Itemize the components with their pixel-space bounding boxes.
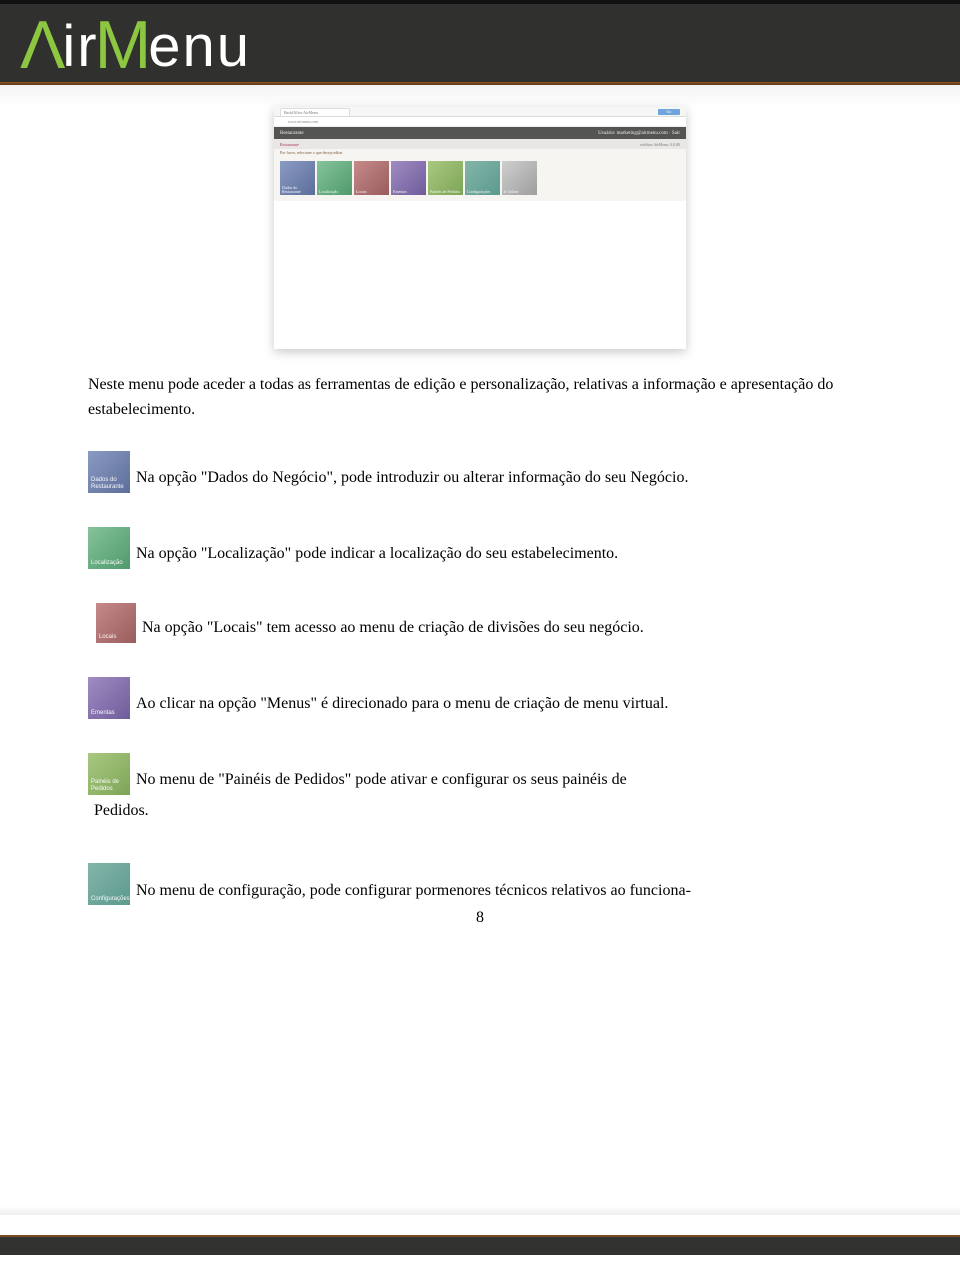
tile-label: Dados do Restaurante [282,186,314,194]
option-text: Na opção "Dados do Negócio", pode introd… [136,466,688,493]
tile-label: Ementas [393,190,425,194]
tile-online: Ir Online [502,161,537,195]
subbar-right: créditos AirMenu: 0.0,00 [640,142,680,147]
option-text: Na opção "Localização" pode indicar a lo… [136,542,618,569]
tile-label: Localização [319,190,351,194]
option-text: Na opção "Locais" tem acesso ao menu de … [142,616,644,643]
titlebar-user-label: Usuário: [598,131,615,136]
option-row-locais: Locais Na opção "Locais" tem acesso ao m… [88,603,872,643]
logo: Λ ir M enu [24,4,251,82]
tile-label: Painéis de Pedidos [91,779,128,793]
app-tiles-row: Dados do Restaurante Localização Locais … [274,157,686,201]
tile-dados-icon: Dados do Restaurante [88,451,130,493]
footer-fade [0,1207,960,1215]
tile-ementas-icon: Ementas [88,677,130,719]
browser-tab: BackOffice AirMenu [280,108,350,116]
titlebar-user-value: marketing@airmenu.com · Sair [617,131,680,136]
tile-label: Localização [91,560,128,567]
tile-label: Locais [356,190,388,194]
header-main: Λ ir M enu [0,4,960,82]
tile-locais-icon: Locais [96,603,136,643]
logo-accent: M [95,6,152,84]
browser-go: Go [658,109,680,115]
tile-paineis-icon: Painéis de Pedidos [88,753,130,795]
tile-dados: Dados do Restaurante [280,161,315,195]
option-row-paineis: Painéis de Pedidos No menu de "Painéis d… [88,753,872,795]
logo-text: ir [62,13,98,80]
header-fade [0,85,960,107]
tile-label: Painéis de Pedidos [430,190,462,194]
option-row-dados: Dados do Restaurante Na opção "Dados do … [88,451,872,493]
app-hint: Por favor, selecione o que deseja editar [274,149,686,157]
tile-label: Ir Online [504,190,536,194]
tile-label: Dados do Restaurante [91,477,128,491]
tile-ementas: Ementas [391,161,426,195]
option-text-extra: Pedidos. [94,799,872,824]
logo-accent: Λ [20,6,65,84]
browser-chrome: BackOffice AirMenu Go [274,107,686,117]
tile-label: Configurações [91,896,128,903]
tile-label: Configurações [467,190,499,194]
page-number: 8 [88,909,872,927]
titlebar-left: Restaurante [280,131,304,136]
page-header: Λ ir M enu [0,0,960,107]
option-text: No menu de configuração, pode configurar… [136,879,691,906]
app-blank-body [274,201,686,349]
option-row-config: Configurações No menu de configuração, p… [88,863,872,905]
logo-text: enu [148,13,251,80]
option-row-localizacao: Localização Na opção "Localização" pode … [88,527,872,569]
option-row-ementas: Ementas Ao clicar na opção "Menus" é dir… [88,677,872,719]
page-footer [0,1235,960,1255]
browser-address: www.airmenu.com [274,117,686,127]
tile-locais: Locais [354,161,389,195]
app-titlebar: Restaurante Usuário: marketing@airmenu.c… [274,127,686,139]
app-subbar: Restaurante créditos AirMenu: 0.0,00 [274,139,686,149]
option-text: Ao clicar na opção "Menus" é direcionado… [136,692,668,719]
embedded-screenshot: BackOffice AirMenu Go www.airmenu.com Re… [274,107,686,349]
tile-config-icon: Configurações [88,863,130,905]
titlebar-right: Usuário: marketing@airmenu.com · Sair [598,131,680,136]
tile-label: Ementas [91,710,128,717]
subbar-left: Restaurante [280,142,299,147]
tile-label: Locais [99,634,134,641]
option-text: No menu de "Painéis de Pedidos" pode ati… [136,768,627,795]
intro-paragraph: Neste menu pode aceder a todas as ferram… [88,373,872,423]
tile-localizacao-icon: Localização [88,527,130,569]
tile-paineis: Painéis de Pedidos [428,161,463,195]
tile-localizacao: Localização [317,161,352,195]
tile-config: Configurações [465,161,500,195]
page-body: BackOffice AirMenu Go www.airmenu.com Re… [0,107,960,1207]
